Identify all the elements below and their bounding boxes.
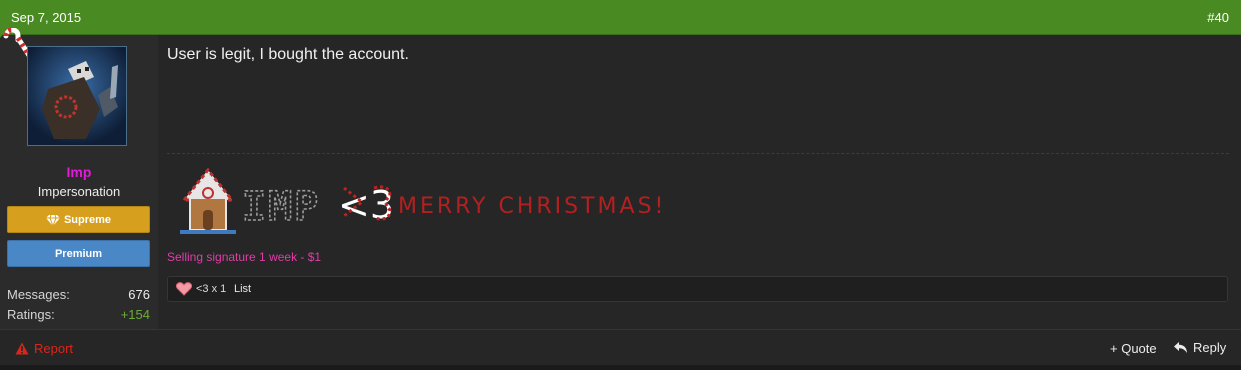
ratings-value[interactable]: +154 [121,307,150,322]
user-title: Impersonation [37,184,121,199]
reply-label: Reply [1193,340,1227,355]
reply-arrow-icon [1173,341,1188,354]
warning-icon [15,342,29,355]
candy-cane-heart-icon: <3 [338,183,394,227]
post-footer: Report + Quote Reply [0,329,1241,365]
reaction-list-link[interactable]: List [234,283,251,295]
supreme-badge-label: Supreme [63,213,112,226]
heart-icon [175,282,193,301]
messages-value[interactable]: 676 [128,287,150,302]
signature-divider [167,153,1229,154]
post-message-body: User is legit, I bought the account. [167,46,409,63]
reactions-bar: <3 x 1 List [167,276,1228,302]
signature-merry-christmas: MERRY CHRISTMAS! [398,194,667,219]
username[interactable]: Imp [0,164,158,180]
messages-label: Messages: [7,287,70,302]
reply-button[interactable]: Reply [1173,340,1226,355]
svg-text:IMP: IMP [242,184,320,230]
report-label: Report [34,341,74,356]
messages-stat: Messages: 676 [7,287,150,302]
reaction-count: <3 x 1 [196,283,227,295]
user-avatar[interactable] [27,46,127,146]
post-date[interactable]: Sep 7, 2015 [11,10,81,25]
quote-button[interactable]: + Quote [1110,341,1157,356]
page-bottom-edge [0,365,1241,370]
ratings-label: Ratings: [7,307,55,322]
gingerbread-house-icon [180,167,236,234]
diamond-icon [45,214,60,226]
post-number[interactable]: #40 [1207,10,1229,25]
post-header-bar: Sep 7, 2015 #40 [0,0,1241,35]
supreme-badge[interactable]: Supreme [7,206,150,233]
premium-badge[interactable]: Premium [7,240,150,267]
signature-selling-link[interactable]: Selling signature 1 week - $1 [167,250,321,264]
premium-badge-label: Premium [54,247,103,260]
report-button[interactable]: Report [15,341,73,356]
ratings-stat: Ratings: +154 [7,307,150,322]
